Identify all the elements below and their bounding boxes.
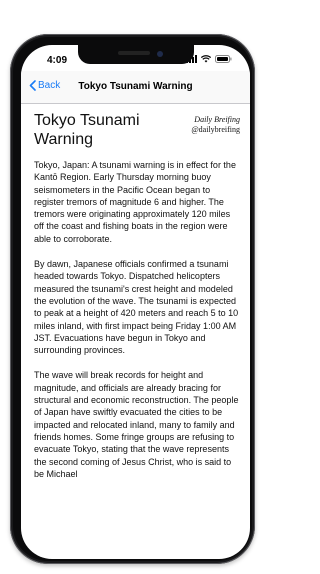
notch — [77, 45, 194, 64]
publication-handle: @dailybreifing — [191, 125, 240, 134]
article-header: Tokyo Tsunami Warning Daily Breifing @da… — [34, 111, 240, 153]
article-paragraph: The wave will break records for height a… — [34, 370, 239, 479]
phone-bezel: 4:09 Back Tokyo Tsunami Warning Tokyo Ts… — [13, 37, 252, 561]
camera-icon — [156, 51, 163, 57]
article-content[interactable]: Tokyo Tsunami Warning Daily Breifing @da… — [34, 111, 240, 559]
speaker-grille — [117, 51, 150, 55]
article-paragraph: By dawn, Japanese officials confirmed a … — [34, 259, 239, 356]
publication-name: Daily Breifing — [194, 115, 240, 124]
status-icons — [186, 55, 232, 63]
article-headline: Tokyo Tsunami Warning — [34, 112, 140, 148]
wifi-icon — [201, 55, 211, 63]
status-time: 4:09 — [47, 55, 68, 66]
article-paragraph: Tokyo, Japan: A tsunami warning is in ef… — [34, 160, 236, 244]
nav-title: Tokyo Tsunami Warning — [78, 81, 193, 92]
battery-icon — [215, 55, 232, 63]
device-screen: 4:09 Back Tokyo Tsunami Warning Tokyo Ts… — [21, 45, 250, 559]
phone-frame: 4:09 Back Tokyo Tsunami Warning Tokyo Ts… — [10, 34, 255, 564]
article-byline: Daily Breifing @dailybreifing — [191, 115, 240, 135]
navigation-bar: Back Tokyo Tsunami Warning — [21, 71, 250, 104]
